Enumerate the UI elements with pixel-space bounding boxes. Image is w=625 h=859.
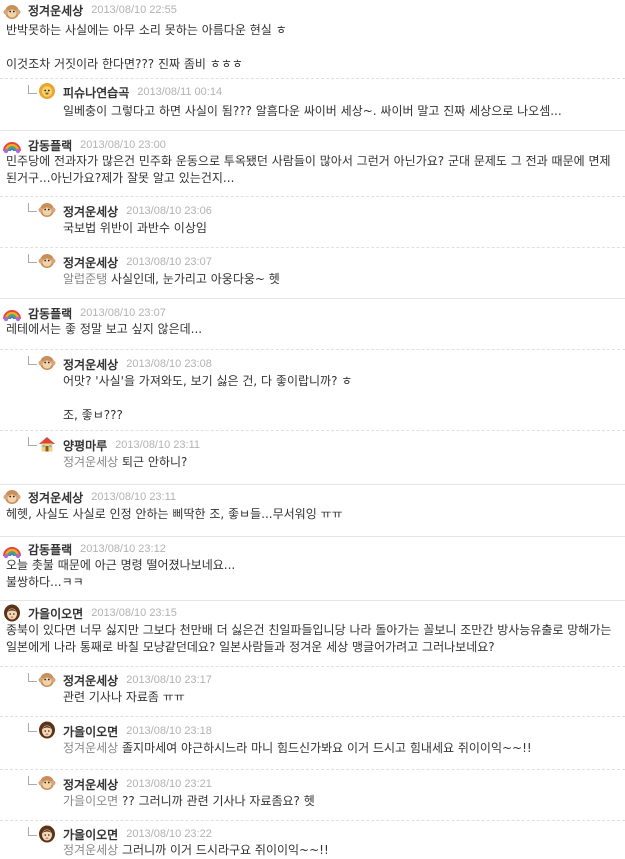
girl-avatar-icon	[39, 825, 55, 843]
comment-text: 일베충이 그렇다고 하면 사실이 됨??? 알흠다운 싸이버 세상~. 싸이버 …	[63, 104, 562, 118]
comment-text: 가을이오면 ?? 그러니까 관련 기사나 자료좀요? 헷	[63, 793, 619, 810]
comment-date: 2013/08/10 23:11	[91, 491, 177, 503]
rainbow-avatar-icon	[3, 310, 21, 322]
comment-text: 알럽준탱 사실인데, 눈가리고 아웅다웅~ 헷	[63, 271, 619, 288]
comment-author[interactable]: 피슈나연습곡	[63, 84, 129, 101]
comment-date: 2013/08/10 23:07	[126, 256, 212, 268]
monkey-avatar-icon	[38, 673, 56, 687]
comment-item: 감동플랙 2013/08/10 23:00 민주당에 전과자가 많은건 민주화 …	[0, 130, 625, 193]
comment-page: { "comments": [ {"nick":"정겨운세상","date":"…	[0, 0, 625, 858]
comment-text: 레테에서는 좋 정말 보고 싶지 않은데...	[6, 322, 203, 336]
comment-author[interactable]: 정겨운세상	[63, 203, 118, 220]
comment-item: 가을이오면 2013/08/10 23:15 종북이 있다면 너무 싫지만 그보…	[0, 600, 625, 663]
monkey-avatar-icon	[38, 254, 56, 268]
girl-avatar-icon	[39, 721, 55, 739]
reply-item: 가을이오면 2013/08/10 23:22 정겨운세상 그러니까 이거 드시라…	[0, 820, 625, 859]
comment-date: 2013/08/10 23:22	[126, 828, 212, 840]
comment-text: 정겨운세상 졸지마세여 야근하시느라 마니 힘드신가봐요 이거 드시고 힘내세요…	[63, 740, 619, 757]
comment-author[interactable]: 정겨운세상	[28, 489, 83, 506]
comment-date: 2013/08/10 23:21	[126, 778, 212, 790]
reply-arrow-icon	[28, 673, 37, 682]
comment-date: 2013/08/10 23:00	[80, 139, 166, 151]
mention-link[interactable]: 정겨운세상	[63, 455, 118, 469]
comment-text: 국보법 위반이 과반수 이상임	[63, 221, 207, 235]
rainbow-avatar-icon	[3, 142, 21, 154]
comment-date: 2013/08/10 23:07	[80, 307, 166, 319]
monkey-avatar-icon	[38, 356, 56, 370]
mention-link[interactable]: 알럽준탱	[63, 272, 107, 286]
comment-text: 관련 기사나 자료좀 ㅠㅠ	[63, 690, 185, 704]
comment-text: 종북이 있다면 너무 싫지만 그보다 천만배 더 싫은건 친일파들입니당 나라 …	[6, 623, 616, 654]
mention-link[interactable]: 가을이오면	[63, 794, 118, 808]
comment-date: 2013/08/10 23:11	[115, 439, 200, 451]
comment-author[interactable]: 감동플랙	[28, 541, 72, 558]
reply-item: 정겨운세상 2013/08/10 23:08 어맛? '사실'을 가져와도, 보…	[0, 349, 625, 426]
comment-item: 정겨운세상 2013/08/10 23:11 헤헷, 사실도 사실로 인정 안하…	[0, 484, 625, 533]
comment-date: 2013/08/10 22:55	[91, 4, 177, 16]
comment-date: 2013/08/10 23:12	[80, 543, 166, 555]
mention-link[interactable]: 정겨운세상	[63, 741, 118, 755]
comment-item: 감동플랙 2013/08/10 23:07 레테에서는 좋 정말 보고 싶지 않…	[0, 298, 625, 345]
comment-author[interactable]: 정겨운세상	[63, 356, 118, 373]
reply-arrow-icon	[28, 723, 37, 732]
reply-item: 정겨운세상 2013/08/10 23:17 관련 기사나 자료좀 ㅠㅠ	[0, 666, 625, 713]
lion-avatar-icon	[39, 83, 55, 99]
comment-item: 감동플랙 2013/08/10 23:12 오늘 촛불 때문에 아근 명령 떨어…	[0, 536, 625, 597]
reply-item: 양평마루 2013/08/10 23:11 정겨운세상 퇴근 안하니?	[0, 430, 625, 481]
reply-item: 피슈나연습곡 2013/08/11 00:14 일베충이 그렇다고 하면 사실이…	[0, 78, 625, 127]
comment-text: 정겨운세상 그러니까 이거 드시라구요 쥐이이익~~!!	[63, 842, 619, 859]
comment-date: 2013/08/11 00:14	[137, 86, 223, 98]
monkey-avatar-icon	[38, 776, 56, 790]
comment-date: 2013/08/10 23:06	[126, 205, 212, 217]
reply-arrow-icon	[28, 85, 37, 94]
comment-text-content: 졸지마세여 야근하시느라 마니 힘드신가봐요 이거 드시고 힘내세요 쥐이이익~…	[118, 741, 532, 755]
comment-text: 오늘 촛불 때문에 아근 명령 떨어졌나보네요... 불쌍하다...ㅋㅋ	[6, 558, 236, 589]
comment-author[interactable]: 정겨운세상	[28, 2, 83, 19]
monkey-avatar-icon	[38, 203, 56, 217]
comment-text: 헤헷, 사실도 사실로 인정 안하는 삐딱한 조, 좋ㅂ들...무서워잉 ㅠㅠ	[6, 507, 343, 521]
comment-date: 2013/08/10 23:15	[91, 607, 177, 619]
reply-arrow-icon	[28, 203, 37, 212]
comment-text: 어맛? '사실'을 가져와도, 보기 싫은 건, 다 좋이랍니까? ㅎ 조, 좋…	[63, 374, 353, 422]
comment-date: 2013/08/10 23:17	[126, 674, 212, 686]
comment-item: 정겨운세상 2013/08/10 22:55 반박못하는 사실에는 아무 소리 …	[0, 0, 625, 72]
comment-author[interactable]: 정겨운세상	[63, 672, 118, 689]
comment-text: 반박못하는 사실에는 아무 소리 못하는 아름다운 현실 ㅎ 이것조차 거짓이라…	[6, 23, 287, 71]
comment-text: 정겨운세상 퇴근 안하니?	[63, 454, 619, 471]
comment-text-content: 사실인데, 눈가리고 아웅다웅~ 헷	[107, 272, 280, 286]
comment-text-content: 퇴근 안하니?	[118, 455, 188, 469]
girl-avatar-icon	[4, 604, 20, 622]
comment-author[interactable]: 감동플랙	[28, 137, 72, 154]
comment-author[interactable]: 가을이오면	[63, 826, 118, 843]
reply-arrow-icon	[28, 827, 37, 836]
monkey-avatar-icon	[3, 5, 21, 19]
monkey-avatar-icon	[3, 490, 21, 504]
comment-author[interactable]: 정겨운세상	[63, 776, 118, 793]
reply-item: 정겨운세상 2013/08/10 23:07 알럽준탱 사실인데, 눈가리고 아…	[0, 247, 625, 296]
reply-item: 정겨운세상 2013/08/10 23:21 가을이오면 ?? 그러니까 관련 …	[0, 769, 625, 818]
comment-text: 민주당에 전과자가 많은건 민주화 운동으로 투옥됐던 사람들이 많아서 그런거…	[6, 154, 611, 185]
reply-item: 가을이오면 2013/08/10 23:18 정겨운세상 졸지마세여 야근하시느…	[0, 716, 625, 767]
comment-author[interactable]: 정겨운세상	[63, 254, 118, 271]
comment-author[interactable]: 감동플랙	[28, 305, 72, 322]
comment-author[interactable]: 양평마루	[63, 437, 107, 454]
comment-text-content: ?? 그러니까 관련 기사나 자료좀요? 헷	[118, 794, 315, 808]
reply-arrow-icon	[28, 254, 37, 263]
mention-link[interactable]: 정겨운세상	[63, 843, 118, 857]
reply-item: 정겨운세상 2013/08/10 23:06 국보법 위반이 과반수 이상임	[0, 196, 625, 245]
comment-date: 2013/08/10 23:08	[126, 358, 212, 370]
comment-author[interactable]: 가을이오면	[63, 723, 118, 740]
comment-date: 2013/08/10 23:18	[126, 725, 212, 737]
reply-arrow-icon	[28, 437, 37, 446]
reply-arrow-icon	[28, 356, 37, 365]
reply-arrow-icon	[28, 776, 37, 785]
comment-text-content: 그러니까 이거 드시라구요 쥐이이익~~!!	[118, 843, 329, 857]
house-avatar-icon	[39, 437, 55, 452]
comment-author[interactable]: 가을이오면	[28, 605, 83, 622]
